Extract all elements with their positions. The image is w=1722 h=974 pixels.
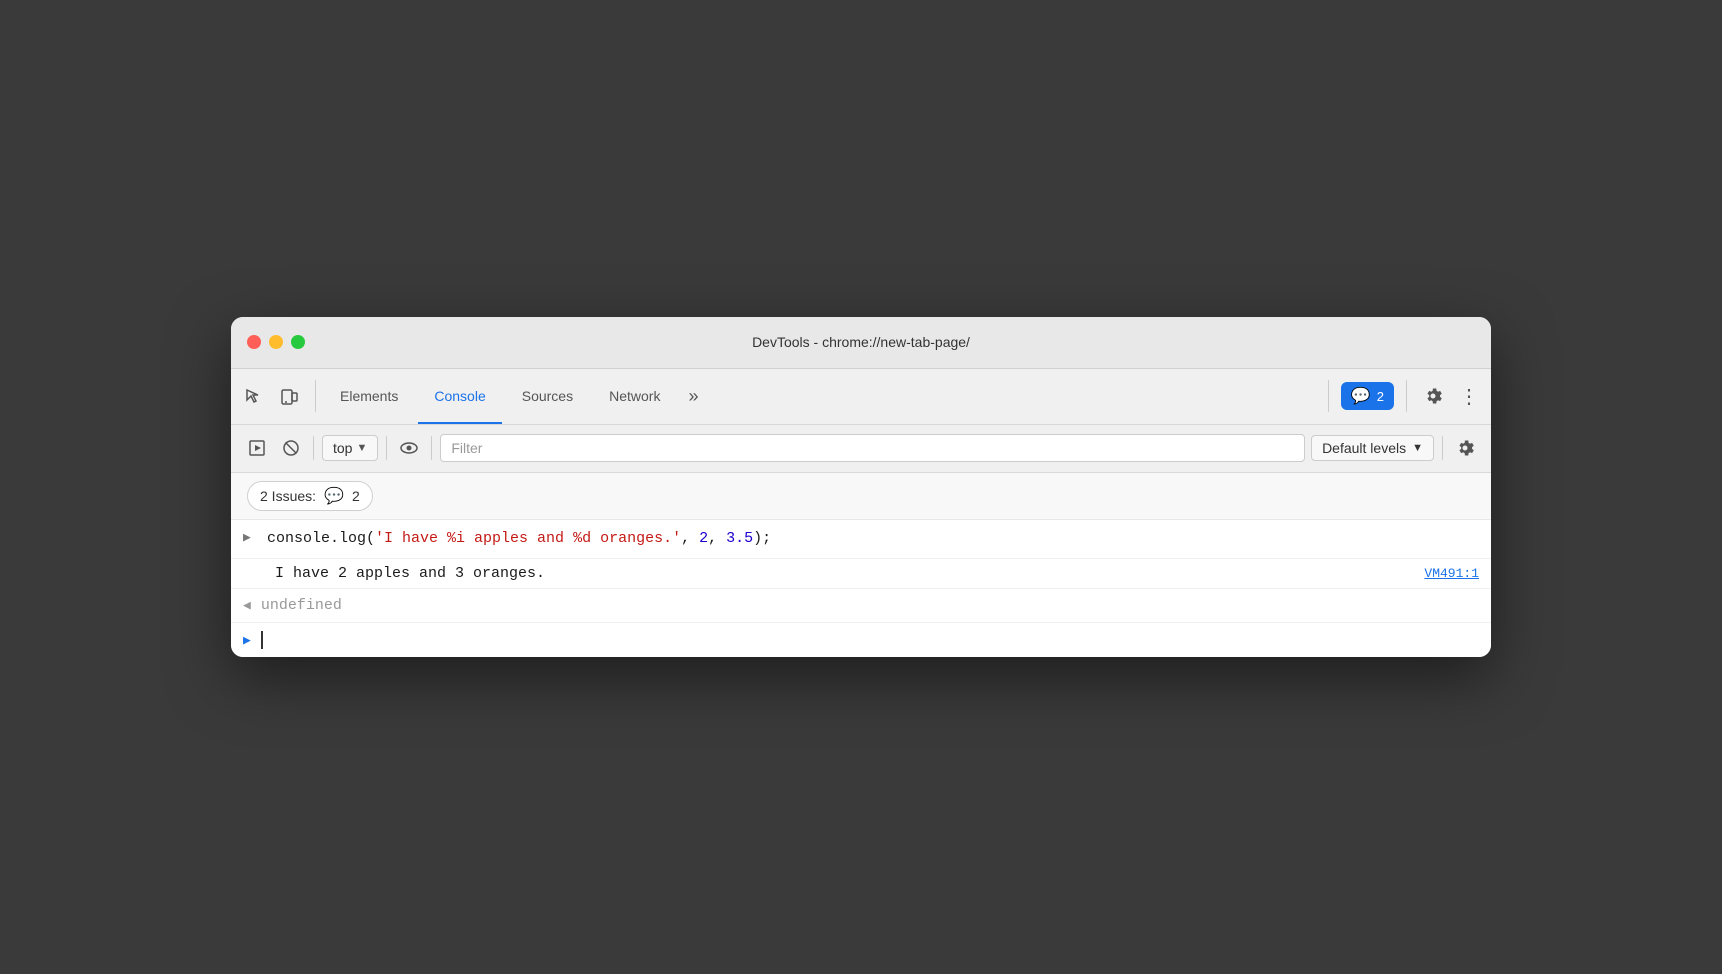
filter-input[interactable] bbox=[440, 434, 1305, 462]
return-arrow: ◀ bbox=[243, 598, 251, 613]
execute-icon[interactable] bbox=[243, 434, 271, 462]
tab-network[interactable]: Network bbox=[593, 369, 676, 424]
toolbar-divider-1 bbox=[313, 436, 314, 460]
clear-icon[interactable] bbox=[277, 434, 305, 462]
issues-chip[interactable]: 2 Issues: 💬 2 bbox=[247, 481, 373, 511]
levels-dropdown[interactable]: Default levels ▼ bbox=[1311, 435, 1434, 461]
inspect-icon[interactable] bbox=[239, 382, 267, 410]
toolbar-divider-4 bbox=[1442, 436, 1443, 460]
console-output: ▶ console.log('I have %i apples and %d o… bbox=[231, 520, 1491, 658]
log-code: console.log('I have %i apples and %d ora… bbox=[267, 528, 1479, 551]
console-settings-icon[interactable] bbox=[1451, 434, 1479, 462]
tabbar: Elements Console Sources Network » 💬 2 bbox=[231, 369, 1491, 425]
console-log-entry: ▶ console.log('I have %i apples and %d o… bbox=[231, 520, 1491, 560]
issues-chat-icon: 💬 bbox=[324, 486, 344, 506]
tab-divider-3 bbox=[1406, 380, 1407, 412]
undefined-text: undefined bbox=[261, 597, 342, 614]
tabbar-right: 💬 2 ⋮ bbox=[1324, 380, 1483, 412]
output-text: I have 2 apples and 3 oranges. bbox=[275, 565, 1404, 582]
console-output-entry: I have 2 apples and 3 oranges. VM491:1 bbox=[231, 559, 1491, 589]
console-undefined-entry: ◀ undefined bbox=[231, 589, 1491, 623]
tab-sources[interactable]: Sources bbox=[506, 369, 589, 424]
titlebar: DevTools - chrome://new-tab-page/ bbox=[231, 317, 1491, 369]
prompt-arrow: ▶ bbox=[243, 633, 251, 648]
eye-icon[interactable] bbox=[395, 434, 423, 462]
expand-arrow[interactable]: ▶ bbox=[243, 528, 257, 545]
console-input-line[interactable]: ▶ bbox=[231, 623, 1491, 657]
window-title: DevTools - chrome://new-tab-page/ bbox=[752, 334, 970, 350]
window-content: Elements Console Sources Network » 💬 2 bbox=[231, 369, 1491, 658]
context-selector[interactable]: top ▼ bbox=[322, 435, 378, 461]
settings-icon[interactable] bbox=[1419, 382, 1447, 410]
toolbar-divider-2 bbox=[386, 436, 387, 460]
toolbar-divider-3 bbox=[431, 436, 432, 460]
issues-bar: 2 Issues: 💬 2 bbox=[231, 473, 1491, 520]
device-icon[interactable] bbox=[275, 382, 303, 410]
traffic-lights bbox=[247, 335, 305, 349]
tab-divider-1 bbox=[315, 380, 316, 412]
minimize-button[interactable] bbox=[269, 335, 283, 349]
tab-console[interactable]: Console bbox=[418, 369, 501, 424]
console-toolbar: top ▼ Default levels ▼ bbox=[231, 425, 1491, 473]
issues-badge[interactable]: 💬 2 bbox=[1341, 382, 1394, 410]
cursor bbox=[261, 631, 263, 649]
log-string: 'I have %i apples and %d oranges.' bbox=[375, 530, 681, 547]
close-button[interactable] bbox=[247, 335, 261, 349]
tab-divider-2 bbox=[1328, 380, 1329, 412]
more-tabs-button[interactable]: » bbox=[680, 382, 706, 411]
more-options-icon[interactable]: ⋮ bbox=[1455, 382, 1483, 410]
tab-elements[interactable]: Elements bbox=[324, 369, 414, 424]
maximize-button[interactable] bbox=[291, 335, 305, 349]
source-link[interactable]: VM491:1 bbox=[1404, 566, 1479, 581]
devtools-window: DevTools - chrome://new-tab-page/ Elem bbox=[231, 317, 1491, 658]
